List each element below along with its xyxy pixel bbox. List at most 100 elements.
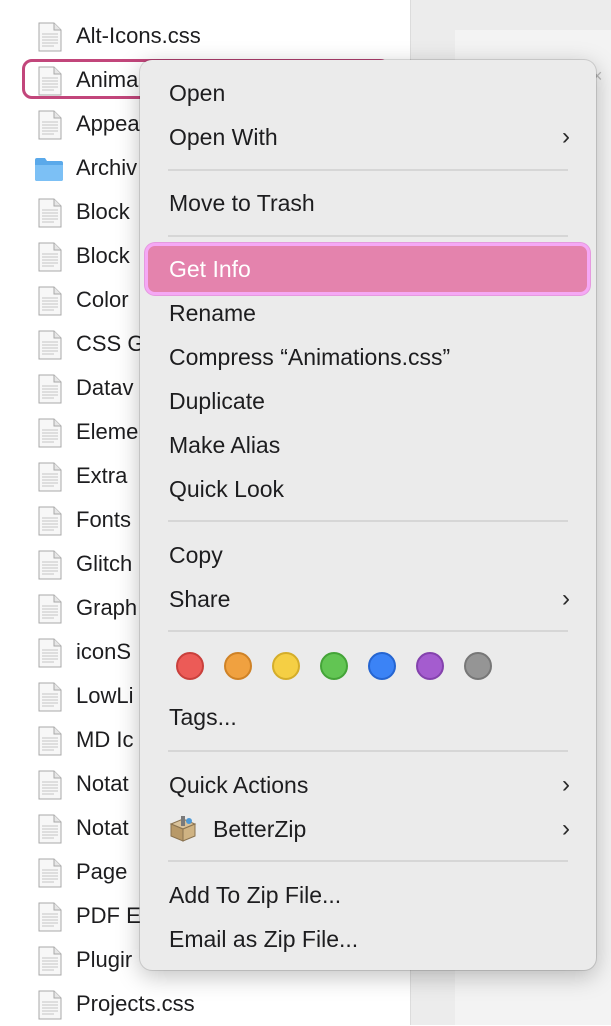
- menu-item-betterzip[interactable]: BetterZip ›: [140, 807, 596, 851]
- menu-item-label: Compress “Animations.css”: [169, 344, 451, 370]
- file-name: Glitch: [76, 551, 133, 576]
- menu-item-move-to-trash[interactable]: Move to Trash: [140, 181, 596, 225]
- menu-item-label: Share: [169, 586, 231, 612]
- menu-item-label: Copy: [169, 542, 223, 568]
- document-icon: [38, 594, 62, 624]
- tag-blue-dot[interactable]: [368, 652, 396, 680]
- menu-item-label: BetterZip: [213, 816, 307, 842]
- menu-item-label: Quick Look: [169, 476, 285, 502]
- document-icon: [38, 990, 62, 1020]
- file-name: Alt-Icons.css: [76, 23, 201, 48]
- document-icon: [38, 858, 62, 888]
- file-name: Anima: [76, 67, 139, 92]
- betterzip-icon: [169, 816, 197, 842]
- menu-separator: [168, 750, 568, 752]
- menu-item-email-as-zip[interactable]: Email as Zip File...: [140, 917, 596, 961]
- file-name: Eleme: [76, 419, 139, 444]
- tag-purple-dot[interactable]: [416, 652, 444, 680]
- menu-separator: [168, 520, 568, 522]
- folder-icon: [34, 156, 64, 186]
- menu-item-get-info[interactable]: Get Info: [140, 242, 596, 295]
- file-row[interactable]: Projects.css: [0, 982, 410, 1026]
- menu-item-label: Open With: [169, 124, 278, 150]
- file-name: PDF E: [76, 903, 141, 928]
- chevron-right-icon: ›: [562, 585, 570, 612]
- document-icon: [38, 330, 62, 360]
- menu-item-label: Quick Actions: [169, 772, 309, 798]
- tag-color-row: [140, 646, 596, 686]
- document-icon: [38, 814, 62, 844]
- menu-separator: [168, 860, 568, 862]
- chevron-right-icon: ›: [562, 815, 570, 842]
- menu-item-share[interactable]: Share ›: [140, 577, 596, 621]
- document-icon: [38, 946, 62, 976]
- document-icon: [38, 110, 62, 140]
- menu-separator: [168, 169, 568, 171]
- menu-item-quick-look[interactable]: Quick Look: [140, 467, 596, 511]
- document-icon: [38, 770, 62, 800]
- file-name: Notat: [76, 771, 129, 796]
- file-name: Plugir: [76, 947, 133, 972]
- context-menu: Open Open With › Move to Trash Get Info …: [140, 60, 596, 970]
- file-row[interactable]: Alt-Icons.css: [0, 14, 410, 58]
- file-name: Page: [76, 859, 128, 884]
- menu-item-label: Make Alias: [169, 432, 281, 458]
- file-name: Color: [76, 287, 129, 312]
- menu-item-rename[interactable]: Rename: [140, 291, 596, 335]
- document-icon: [38, 550, 62, 580]
- file-name: CSS G: [76, 331, 145, 356]
- document-icon: [38, 638, 62, 668]
- menu-item-add-to-zip[interactable]: Add To Zip File...: [140, 873, 596, 917]
- menu-item-open-with[interactable]: Open With ›: [140, 115, 596, 159]
- menu-item-make-alias[interactable]: Make Alias: [140, 423, 596, 467]
- chevron-right-icon: ›: [562, 771, 570, 798]
- file-name: Block: [76, 243, 130, 268]
- file-name: Fonts: [76, 507, 132, 532]
- file-name: Archiv: [76, 155, 138, 180]
- menu-item-quick-actions[interactable]: Quick Actions ›: [140, 763, 596, 807]
- menu-item-label: Get Info: [169, 256, 251, 282]
- tag-yellow-dot[interactable]: [272, 652, 300, 680]
- document-icon: [38, 726, 62, 756]
- file-name: Extra: [76, 463, 128, 488]
- document-icon: [38, 66, 62, 96]
- file-name: Projects.css: [76, 991, 195, 1016]
- menu-item-copy[interactable]: Copy: [140, 533, 596, 577]
- tag-green-dot[interactable]: [320, 652, 348, 680]
- file-name: Graph: [76, 595, 138, 620]
- menu-item-label: Rename: [169, 300, 256, 326]
- document-icon: [38, 902, 62, 932]
- menu-item-label: Email as Zip File...: [169, 926, 359, 952]
- file-name: Appea: [76, 111, 140, 136]
- file-name: Block: [76, 199, 130, 224]
- menu-item-label: Open: [169, 80, 226, 106]
- document-icon: [38, 418, 62, 448]
- tag-red-dot[interactable]: [176, 652, 204, 680]
- document-icon: [38, 462, 62, 492]
- menu-item-label: Tags...: [169, 704, 237, 730]
- document-icon: [38, 374, 62, 404]
- document-icon: [38, 198, 62, 228]
- document-icon: [38, 22, 62, 52]
- document-icon: [38, 506, 62, 536]
- menu-separator: [168, 235, 568, 237]
- chevron-right-icon: ›: [562, 123, 570, 150]
- menu-separator: [168, 630, 568, 632]
- file-name: Datav: [76, 375, 134, 400]
- menu-item-compress[interactable]: Compress “Animations.css”: [140, 335, 596, 379]
- file-name: MD Ic: [76, 727, 134, 752]
- menu-item-tags[interactable]: Tags...: [140, 695, 596, 739]
- menu-item-label: Duplicate: [169, 388, 265, 414]
- menu-item-label: Add To Zip File...: [169, 882, 342, 908]
- file-name: iconS: [76, 639, 132, 664]
- document-icon: [38, 242, 62, 272]
- document-icon: [38, 286, 62, 316]
- menu-item-duplicate[interactable]: Duplicate: [140, 379, 596, 423]
- menu-item-open[interactable]: Open: [140, 71, 596, 115]
- tag-gray-dot[interactable]: [464, 652, 492, 680]
- tag-orange-dot[interactable]: [224, 652, 252, 680]
- file-name: LowLi: [76, 683, 134, 708]
- file-name: Notat: [76, 815, 129, 840]
- document-icon: [38, 682, 62, 712]
- menu-item-label: Move to Trash: [169, 190, 315, 216]
